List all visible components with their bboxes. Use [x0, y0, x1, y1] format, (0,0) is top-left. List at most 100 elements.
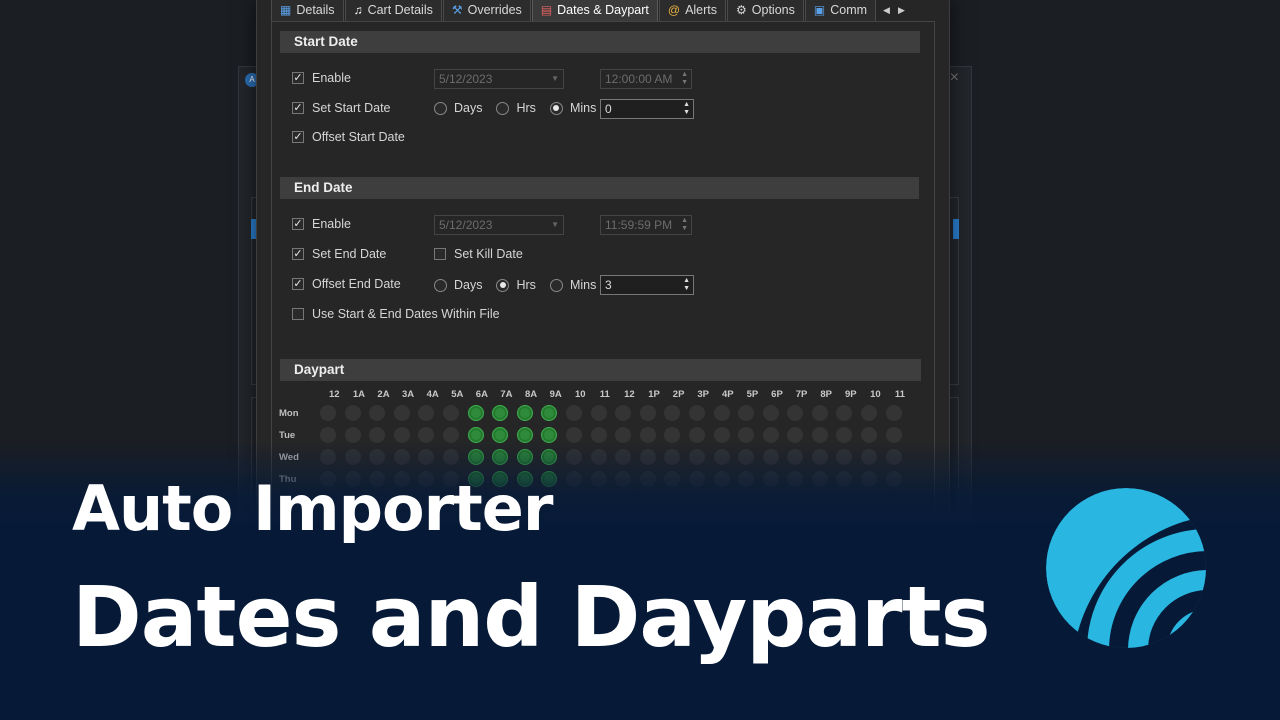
daypart-cell[interactable]	[861, 405, 878, 421]
hour-label[interactable]: 4A	[420, 389, 445, 400]
offset-start-date-label: Offset Start Date	[312, 130, 405, 144]
radio-hrs-label: Hrs	[516, 278, 536, 292]
radio-mins[interactable]	[549, 278, 563, 292]
start-date-picker[interactable]: 5/12/2023 ▼	[434, 69, 564, 89]
daypart-cell[interactable]	[811, 405, 828, 421]
tab-label: Cart Details	[367, 3, 433, 17]
daypart-cell[interactable]	[418, 405, 435, 421]
checkbox-checked-icon[interactable]: ✓	[292, 218, 304, 230]
daypart-cell[interactable]	[836, 405, 853, 421]
daypart-cell[interactable]	[738, 405, 755, 421]
offset-start-date-row[interactable]: ✓ Offset Start Date	[292, 130, 405, 144]
daypart-cell-active[interactable]	[516, 405, 533, 421]
end-offset-stepper[interactable]: 3 ▲ ▼	[600, 275, 694, 295]
hour-label[interactable]: 12	[617, 389, 642, 400]
spinner-icon[interactable]: ▲ ▼	[683, 101, 690, 117]
daypart-cell[interactable]	[639, 405, 656, 421]
radio-mins-label: Mins	[569, 101, 597, 115]
daypart-cell[interactable]	[320, 405, 336, 421]
offset-end-date-row[interactable]: ✓ Offset End Date	[292, 277, 401, 291]
checkbox-unchecked-icon[interactable]	[292, 308, 304, 320]
tab-dates-daypart[interactable]: ▤ Dates & Daypart	[531, 0, 658, 22]
wrench-icon: ⚒	[451, 3, 463, 17]
video-title: Auto Importer	[72, 472, 553, 545]
checkbox-unchecked-icon[interactable]	[434, 248, 446, 260]
daypart-cell[interactable]	[565, 405, 582, 421]
daypart-cell[interactable]	[787, 405, 804, 421]
background-selection-marker	[953, 219, 959, 239]
hour-label[interactable]: 8P	[814, 389, 839, 400]
start-offset-units: Days Hrs Mins	[434, 101, 610, 115]
tab-alerts[interactable]: @ Alerts	[658, 0, 727, 22]
hour-label[interactable]: 2A	[371, 389, 396, 400]
start-time-field[interactable]: 12:00:00 AM ▲ ▼	[600, 69, 692, 89]
spinner-icon[interactable]: ▲ ▼	[683, 277, 690, 293]
hour-label[interactable]: 9A	[543, 389, 568, 400]
checkbox-checked-icon[interactable]: ✓	[292, 102, 304, 114]
daypart-cell[interactable]	[664, 405, 681, 421]
hour-label[interactable]: 11	[888, 389, 913, 400]
start-enable-row[interactable]: ✓ Enable	[292, 71, 351, 85]
set-kill-date-row[interactable]: Set Kill Date	[434, 247, 523, 261]
video-subtitle: Dates and Dayparts	[72, 568, 991, 666]
tab-comm[interactable]: ▣ Comm	[804, 0, 877, 22]
tab-details[interactable]: ▦ Details	[271, 0, 344, 22]
hour-label[interactable]: 6A	[470, 389, 495, 400]
hour-label[interactable]: 12	[322, 389, 347, 400]
hour-label[interactable]: 5A	[445, 389, 470, 400]
end-time-field[interactable]: 11:59:59 PM ▲ ▼	[600, 215, 692, 235]
hour-label[interactable]: 3A	[396, 389, 421, 400]
hour-label[interactable]: 4P	[716, 389, 741, 400]
chevron-left-icon[interactable]: ◀	[883, 5, 890, 16]
hour-label[interactable]: 9P	[838, 389, 863, 400]
daypart-cell[interactable]	[713, 405, 730, 421]
daypart-cell[interactable]	[615, 405, 632, 421]
tab-cart-details[interactable]: ♫ Cart Details	[344, 0, 442, 22]
radio-hrs[interactable]	[496, 101, 510, 115]
hour-label[interactable]: 10	[863, 389, 888, 400]
radio-days[interactable]	[434, 278, 447, 292]
daypart-cell[interactable]	[393, 405, 410, 421]
hour-label[interactable]: 11	[593, 389, 618, 400]
tab-overrides[interactable]: ⚒ Overrides	[442, 0, 531, 22]
hour-label[interactable]: 8A	[519, 389, 544, 400]
checkbox-checked-icon[interactable]: ✓	[292, 248, 304, 260]
daypart-cell[interactable]	[762, 405, 779, 421]
daypart-cell[interactable]	[369, 405, 386, 421]
chevron-right-icon[interactable]: ▶	[898, 5, 905, 16]
checkbox-checked-icon[interactable]: ✓	[292, 278, 304, 290]
radio-days[interactable]	[434, 101, 447, 115]
hour-label[interactable]: 5P	[740, 389, 765, 400]
daypart-cell-active[interactable]	[467, 405, 484, 421]
hour-label[interactable]: 7P	[789, 389, 814, 400]
set-end-date-row[interactable]: ✓ Set End Date	[292, 247, 386, 261]
radio-days-label: Days	[454, 101, 483, 115]
checkbox-checked-icon[interactable]: ✓	[292, 72, 304, 84]
hour-label[interactable]: 7A	[494, 389, 519, 400]
daypart-cell[interactable]	[344, 405, 361, 421]
day-label[interactable]: Mon	[279, 408, 299, 419]
daypart-cell-active[interactable]	[541, 405, 558, 421]
set-start-date-row[interactable]: ✓ Set Start Date	[292, 101, 391, 115]
hour-label[interactable]: 2P	[666, 389, 691, 400]
hour-label[interactable]: 1P	[642, 389, 667, 400]
hour-label[interactable]: 1A	[347, 389, 372, 400]
end-enable-row[interactable]: ✓ Enable	[292, 217, 351, 231]
close-icon[interactable]: ×	[950, 69, 959, 87]
daypart-cell[interactable]	[590, 405, 607, 421]
hour-label[interactable]: 10	[568, 389, 593, 400]
daypart-cell[interactable]	[885, 405, 902, 421]
within-file-row[interactable]: Use Start & End Dates Within File	[292, 307, 500, 321]
tab-options[interactable]: ⚙ Options	[727, 0, 804, 22]
daypart-cell[interactable]	[442, 405, 459, 421]
start-offset-stepper[interactable]: 0 ▲ ▼	[600, 99, 694, 119]
at-icon: @	[667, 3, 681, 17]
radio-hrs[interactable]	[496, 278, 510, 292]
end-date-picker[interactable]: 5/12/2023 ▼	[434, 215, 564, 235]
daypart-cell-active[interactable]	[492, 405, 509, 421]
hour-label[interactable]: 3P	[691, 389, 716, 400]
daypart-cell[interactable]	[688, 405, 705, 421]
hour-label[interactable]: 6P	[765, 389, 790, 400]
checkbox-checked-icon[interactable]: ✓	[292, 131, 304, 143]
radio-mins[interactable]	[549, 101, 563, 115]
